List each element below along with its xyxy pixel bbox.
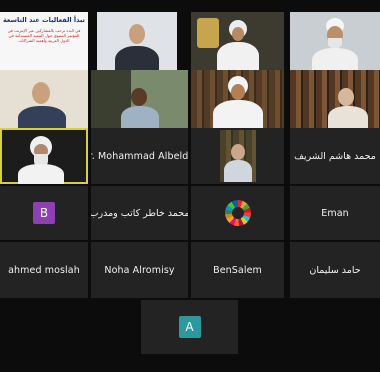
video-tile-participant-7[interactable] bbox=[290, 70, 380, 128]
video-tile-participant-1[interactable] bbox=[97, 12, 177, 70]
participant-tile-sdg[interactable] bbox=[191, 186, 284, 240]
slide-text: في البدء نرحب بالمشاركين عبر الإنترنت في… bbox=[7, 28, 81, 43]
participant-video bbox=[290, 70, 380, 128]
video-tile-participant-4[interactable] bbox=[0, 70, 88, 128]
video-tile-participant-8[interactable] bbox=[191, 128, 284, 184]
video-tile-participant-6[interactable] bbox=[191, 70, 284, 128]
participant-tile-6[interactable]: ahmed moslah bbox=[0, 242, 88, 298]
slide-title: تبدأ الفعاليات عند التاسعة bbox=[2, 16, 85, 24]
shared-slide: تبدأ الفعاليات عند التاسعة في البدء نرحب… bbox=[0, 12, 88, 70]
participant-name: Dr. Mohammad Albeld... bbox=[91, 150, 188, 162]
participant-name: حامد سليمان bbox=[309, 264, 361, 276]
participant-name: Noha Alromisy bbox=[104, 264, 175, 276]
participant-name: BenSalem bbox=[213, 264, 262, 276]
participant-tile-9[interactable]: حامد سليمان bbox=[290, 242, 380, 298]
participant-tile-2[interactable]: محمد هاشم الشريف bbox=[290, 128, 380, 184]
participant-name: ahmed moslah bbox=[8, 264, 80, 276]
participant-name: Eman bbox=[321, 207, 349, 219]
avatar: A bbox=[178, 316, 201, 338]
participant-tile-5[interactable]: Eman bbox=[290, 186, 380, 240]
participant-tile-1[interactable]: Dr. Mohammad Albeld... bbox=[91, 128, 188, 184]
video-tile-participant-2[interactable] bbox=[191, 12, 284, 70]
participant-tile-7[interactable]: Noha Alromisy bbox=[91, 242, 188, 298]
video-tile-active-speaker[interactable] bbox=[0, 128, 88, 184]
participant-video bbox=[97, 12, 177, 70]
participant-video bbox=[290, 12, 380, 70]
participant-video bbox=[191, 12, 284, 70]
participant-tile-4[interactable]: محمد خاطر كاتب ومدرب bbox=[91, 186, 188, 240]
participant-video bbox=[0, 128, 88, 184]
participant-tile-3[interactable]: B bbox=[0, 186, 88, 240]
participant-video bbox=[91, 70, 188, 128]
participant-video bbox=[0, 70, 88, 128]
participant-name: محمد خاطر كاتب ومدرب bbox=[91, 207, 188, 219]
participant-video bbox=[191, 70, 284, 128]
video-tile-participant-5[interactable] bbox=[91, 70, 188, 128]
video-tile-slide-share[interactable]: تبدأ الفعاليات عند التاسعة في البدء نرحب… bbox=[0, 12, 88, 70]
avatar: B bbox=[33, 202, 55, 224]
participant-name: محمد هاشم الشريف bbox=[294, 150, 376, 162]
video-tile-participant-3[interactable] bbox=[290, 12, 380, 70]
participant-video bbox=[220, 130, 256, 182]
sdg-wheel-icon bbox=[224, 200, 251, 226]
participant-tile-10[interactable]: A bbox=[141, 300, 238, 354]
participant-tile-8[interactable]: BenSalem bbox=[191, 242, 284, 298]
